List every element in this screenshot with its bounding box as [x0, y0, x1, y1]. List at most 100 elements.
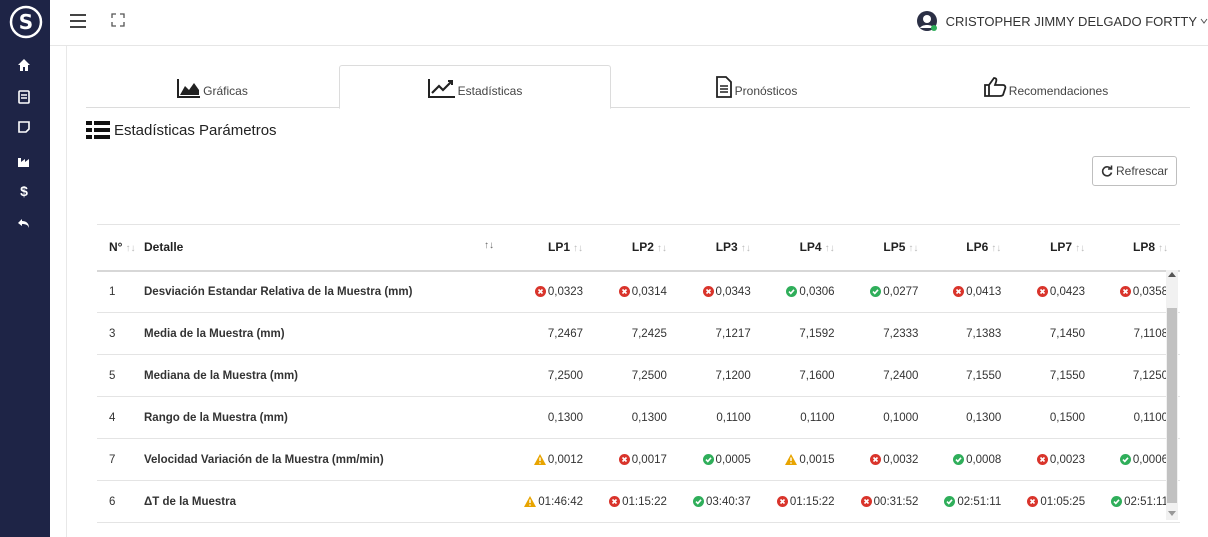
- cell-lp6: 0,1300: [930, 396, 1014, 439]
- cell-value: 0,0017: [631, 453, 667, 466]
- cell-value: 0,1500: [1049, 411, 1086, 424]
- table-row[interactable]: 4 Rango de la Muestra (mm) 0,1300 0,1300 0,1…: [97, 396, 1180, 439]
- table-row[interactable]: 6 ΔT de la Muestra 01:46:42 01:15:22 03:40:3…: [97, 480, 1180, 523]
- cell-lp3: 03:40:37: [678, 480, 763, 523]
- check-circle-icon: [702, 453, 714, 465]
- cell-value: 7,1550: [966, 369, 1002, 382]
- error-circle-icon: [702, 285, 714, 297]
- cell-lp2: 7,2425: [595, 312, 679, 355]
- sidebar: S $: [0, 0, 50, 537]
- tab-pronosticos[interactable]: Pronósticos: [611, 65, 901, 108]
- stats-table: N° ↑↓ Detalle ↑↓ LP1 ↑↓ LP2 ↑↓ LP3 ↑↓ LP4 ↑↓ L…: [97, 224, 1180, 523]
- col-header-detail[interactable]: Detalle ↑↓: [144, 224, 510, 272]
- cell-lp1: 0,0323: [510, 270, 596, 313]
- error-circle-icon: [1036, 285, 1048, 297]
- cell-lp3: 0,0005: [678, 438, 763, 481]
- refresh-label: Refrescar: [1115, 164, 1168, 178]
- cell-value: 0,1300: [631, 411, 667, 424]
- cell-lp7: 01:05:25: [1013, 480, 1098, 523]
- col-header-lp1[interactable]: LP1 ↑↓: [510, 224, 596, 272]
- cell-value: 0,1300: [547, 411, 584, 424]
- tab-label: Gráficas: [203, 84, 248, 98]
- col-header-lp7[interactable]: LP7 ↑↓: [1013, 224, 1098, 272]
- sort-icon: ↑↓: [573, 243, 584, 255]
- cell-value: 0,1100: [716, 411, 751, 424]
- table-row[interactable]: 5 Mediana de la Muestra (mm) 7,2500 7,2500 7…: [97, 354, 1180, 397]
- cell-lp2: 0,1300: [595, 396, 679, 439]
- row-number: 6: [97, 480, 144, 523]
- warning-icon: [524, 495, 537, 507]
- cell-value: 02:51:11: [1124, 495, 1168, 508]
- cell-lp3: 7,1217: [678, 312, 763, 355]
- cell-lp1: 0,0012: [510, 438, 596, 481]
- cell-value: 0,0008: [966, 453, 1002, 466]
- cell-value: 7,1550: [1049, 369, 1086, 382]
- cell-value: 0,0032: [883, 453, 919, 466]
- row-number: 4: [97, 396, 144, 439]
- home-icon[interactable]: [17, 58, 31, 72]
- cell-lp4: 0,0015: [762, 438, 847, 481]
- note-icon[interactable]: [17, 120, 31, 134]
- cell-lp2: 01:15:22: [595, 480, 679, 523]
- cell-value: 7,2425: [631, 327, 667, 340]
- cell-value: 0,0012: [547, 453, 584, 466]
- col-header-no[interactable]: N° ↑↓: [97, 224, 144, 272]
- dollar-icon[interactable]: $: [17, 184, 31, 198]
- tab-estadisticas[interactable]: Estadísticas: [339, 65, 611, 109]
- cell-lp6: 7,1383: [930, 312, 1014, 355]
- check-circle-icon: [692, 495, 704, 507]
- refresh-button[interactable]: Refrescar: [1092, 156, 1177, 186]
- cell-lp4: 7,1592: [762, 312, 847, 355]
- cell-value: 0,0343: [715, 285, 751, 298]
- cell-value: 7,1450: [1049, 327, 1086, 340]
- back-arrow-icon[interactable]: [17, 216, 31, 230]
- cell-value: 0,1000: [883, 411, 919, 424]
- menu-icon[interactable]: [70, 14, 86, 28]
- tab-recomendaciones[interactable]: Recomendaciones: [901, 65, 1190, 108]
- check-circle-icon: [944, 495, 956, 507]
- row-detail: Mediana de la Muestra (mm): [144, 354, 510, 397]
- scroll-down-arrow-icon[interactable]: [1168, 511, 1176, 516]
- col-header-lp4[interactable]: LP4 ↑↓: [762, 224, 847, 272]
- warning-icon: [785, 453, 798, 465]
- sort-icon: ↑↓: [740, 243, 751, 255]
- cell-lp7: 0,0023: [1013, 438, 1098, 481]
- cell-lp1: 0,1300: [510, 396, 596, 439]
- col-header-lp2[interactable]: LP2 ↑↓: [595, 224, 679, 272]
- user-menu[interactable]: CRISTOPHER JIMMY DELGADO FORTTY: [916, 9, 1208, 33]
- cell-value: 0,0015: [799, 453, 835, 466]
- col-header-lp6[interactable]: LP6 ↑↓: [930, 224, 1014, 272]
- fullscreen-icon[interactable]: [110, 12, 126, 28]
- cell-value: 0,0306: [799, 285, 835, 298]
- col-header-lp3[interactable]: LP3 ↑↓: [678, 224, 763, 272]
- cell-lp2: 0,0017: [595, 438, 679, 481]
- table-body: 1 Desviación Estandar Relativa de la Mues…: [97, 270, 1180, 523]
- col-header-lp5[interactable]: LP5 ↑↓: [846, 224, 931, 272]
- check-circle-icon: [870, 285, 882, 297]
- table-row[interactable]: 7 Velocidad Variación de la Muestra (mm/m…: [97, 438, 1180, 481]
- cell-value: 7,1200: [715, 369, 751, 382]
- cell-value: 0,0314: [631, 285, 667, 298]
- error-circle-icon: [618, 453, 630, 465]
- col-header-lp8[interactable]: LP8 ↑↓: [1097, 224, 1180, 272]
- check-circle-icon: [1119, 453, 1131, 465]
- table-row[interactable]: 3 Media de la Muestra (mm) 7,2467 7,2425 7,1…: [97, 312, 1180, 355]
- row-detail: ΔT de la Muestra: [144, 480, 510, 523]
- app-logo-icon[interactable]: S: [9, 5, 43, 39]
- document-icon[interactable]: [17, 90, 31, 104]
- row-detail: Desviación Estandar Relativa de la Muest…: [144, 270, 510, 313]
- scroll-up-arrow-icon[interactable]: [1168, 272, 1176, 277]
- cell-lp6: 02:51:11: [930, 480, 1014, 523]
- error-circle-icon: [1036, 453, 1048, 465]
- factory-icon[interactable]: [17, 154, 31, 168]
- cell-lp6: 0,0413: [930, 270, 1014, 313]
- tab-graficas[interactable]: Gráficas: [86, 65, 339, 108]
- table-row[interactable]: 1 Desviación Estandar Relativa de la Mues…: [97, 270, 1180, 313]
- cell-lp4: 7,1600: [762, 354, 847, 397]
- cell-value: 0,0358: [1132, 285, 1168, 298]
- row-number: 1: [97, 270, 144, 313]
- scrollbar-thumb[interactable]: [1167, 308, 1177, 503]
- cell-lp5: 0,1000: [846, 396, 931, 439]
- file-text-icon: [715, 76, 732, 98]
- cell-value: 0,0005: [715, 453, 751, 466]
